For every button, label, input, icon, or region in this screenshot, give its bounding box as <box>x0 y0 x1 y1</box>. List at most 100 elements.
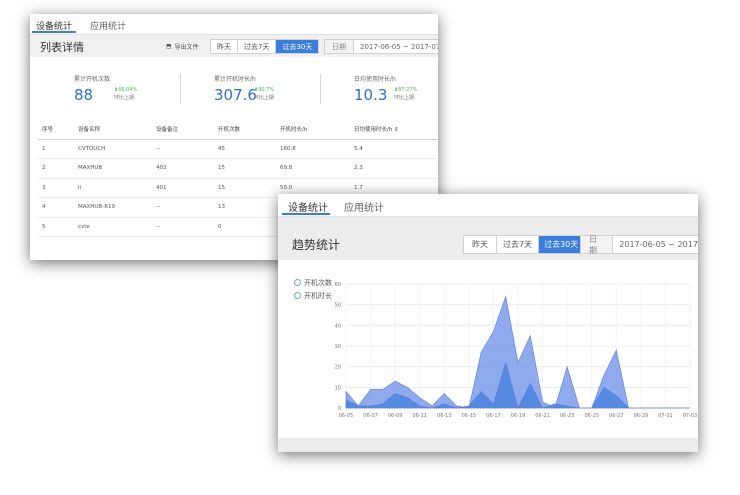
tab-app-stats[interactable]: 应用统计 <box>90 19 126 32</box>
x-tick-label: 06-05 <box>339 413 354 419</box>
range-yesterday[interactable]: 昨天 <box>464 236 497 253</box>
tab-bar: 设备统计 应用统计 <box>278 194 698 217</box>
date-label: 日期 <box>581 235 614 255</box>
export-button[interactable]: ⬒ 导出文件 <box>166 42 199 51</box>
cell: 2.3 <box>350 158 438 179</box>
stat-divider <box>180 74 181 104</box>
table-row[interactable]: 1 CVTOUCH -- 45 160.8 5.4 <box>38 139 438 159</box>
stat-total-runtime: 累计开机时长/h 307.6 ⬆90.7% 环比上期 <box>214 74 274 104</box>
table-header-row: 序号 设备名称 设备备注 开机次数 开机时长/h 日均使用时长/h ⇕ <box>38 120 438 140</box>
date-range-selector: 昨天 过去7天 过去30天 <box>210 39 320 54</box>
tab-device-stats[interactable]: 设备统计 <box>288 199 328 214</box>
active-tab-indicator <box>282 213 330 215</box>
stat-label: 累计开机次数 <box>74 76 111 83</box>
cell: 15 <box>214 158 276 179</box>
stat-compare-label: 环比上期 <box>254 95 275 101</box>
cell: li <box>74 178 152 198</box>
cell: -- <box>152 217 214 237</box>
col-index: 序号 <box>38 120 74 140</box>
cell: 160.8 <box>276 139 350 159</box>
date-value: 2017-06-05 ~ 2017-07 <box>619 240 698 249</box>
page-title: 趋势统计 <box>292 238 341 252</box>
x-tick-label: 06-17 <box>486 413 501 419</box>
date-picker[interactable]: 日期 2017-06-05 ~ 2017-07 <box>324 39 438 54</box>
tab-bar: 设备统计 应用统计 <box>30 14 438 35</box>
y-tick-label: 30 <box>335 344 341 350</box>
x-tick-label: 06-23 <box>560 413 575 419</box>
stat-change-value: 90.7% <box>258 87 275 93</box>
cell: 5 <box>38 217 74 237</box>
x-tick-label: 06-09 <box>388 413 403 419</box>
stat-change: ⬆66.04% 环比上期 <box>114 86 137 102</box>
col-daily-usage[interactable]: 日均使用时长/h ⇕ <box>350 120 438 140</box>
tab-app-stats[interactable]: 应用统计 <box>344 199 384 214</box>
stat-daily-usage: 日均使用时长/h 10.3 ⬆87.27% 环比上期 <box>354 74 417 104</box>
y-tick-label: 0 <box>338 406 341 412</box>
x-tick-label: 07-01 <box>658 413 673 419</box>
x-tick-label: 06-15 <box>462 413 477 419</box>
cell: 402 <box>152 158 214 179</box>
cell: 13 <box>214 197 276 218</box>
date-picker[interactable]: 日期 2017-06-05 ~ 2017-07 <box>580 235 698 255</box>
y-tick-label: 40 <box>335 323 341 329</box>
cell: 2 <box>38 158 74 179</box>
x-tick-label: 06-25 <box>584 413 599 419</box>
stat-total-boots: 累计开机次数 88 ⬆66.04% 环比上期 <box>74 74 137 104</box>
stat-value: 88 <box>74 86 94 104</box>
cell: 0 <box>214 217 276 237</box>
stat-change: ⬆87.27% 环比上期 <box>394 86 417 102</box>
cell: MAXHUB-R19 <box>74 197 152 218</box>
cell: 4 <box>38 197 74 218</box>
trend-header: 趋势统计 昨天 过去7天 过去30天 日期 2017-06-05 ~ 2017-… <box>278 224 698 260</box>
x-tick-label: 06-11 <box>412 413 427 419</box>
cell: 45 <box>214 139 276 159</box>
date-label: 日期 <box>325 40 354 53</box>
cell: CVTOUCH <box>74 139 152 159</box>
x-tick-label: 06-07 <box>363 413 378 419</box>
col-device-name: 设备名称 <box>74 120 152 140</box>
y-tick-label: 20 <box>335 365 341 371</box>
range-yesterday[interactable]: 昨天 <box>211 40 238 53</box>
stat-compare-label: 环比上期 <box>114 95 135 101</box>
range-30-days[interactable]: 过去30天 <box>539 236 584 253</box>
cell: cvte <box>74 217 152 237</box>
cell: -- <box>152 197 214 218</box>
cell: 3 <box>38 178 74 198</box>
stat-change-value: 87.27% <box>398 87 418 93</box>
x-tick-label: 06-21 <box>535 413 550 419</box>
export-label: 导出文件 <box>174 44 199 51</box>
col-boot-hours: 开机时长/h <box>276 120 350 140</box>
x-tick-label: 07-03 <box>683 413 698 419</box>
cell: 15 <box>214 178 276 198</box>
x-tick-label: 06-29 <box>634 413 649 419</box>
table-row[interactable]: 2 MAXHUB 402 15 69.8 2.3 <box>38 158 438 179</box>
cell: 401 <box>152 178 214 198</box>
list-header: 列表详情 ⬒ 导出文件 昨天 过去7天 过去30天 日期 2017-06-05 … <box>30 35 438 57</box>
y-tick-label: 10 <box>335 385 341 391</box>
trend-chart: 0 10 20 30 40 50 60 06-05 06-07 06-09 06-11 06-13 06… <box>335 282 698 419</box>
stat-compare-label: 环比上期 <box>394 95 415 101</box>
x-tick-label: 06-13 <box>437 413 452 419</box>
stat-value: 10.3 <box>354 86 388 104</box>
cell: -- <box>152 139 214 159</box>
cell: 69.8 <box>276 158 350 179</box>
date-value: 2017-06-05 ~ 2017-07 <box>360 42 438 51</box>
y-tick-label: 60 <box>335 282 341 288</box>
trend-chart-container: 开机次数 开机时长 0 10 20 30 40 50 60 06-05 06-07 06-09 06… <box>278 260 698 438</box>
col-boot-count: 开机次数 <box>214 120 276 140</box>
range-30-days[interactable]: 过去30天 <box>276 40 319 53</box>
stat-change-value: 66.04% <box>118 87 138 93</box>
export-icon: ⬒ <box>166 43 172 50</box>
y-tick-label: 50 <box>335 303 341 309</box>
date-range-selector: 昨天 过去7天 过去30天 <box>463 235 585 254</box>
page-title: 列表详情 <box>40 41 84 54</box>
range-7-days[interactable]: 过去7天 <box>238 40 277 53</box>
range-7-days[interactable]: 过去7天 <box>497 236 540 253</box>
cell: 1 <box>38 139 74 159</box>
x-tick-label: 06-19 <box>511 413 526 419</box>
trend-panel: 设备统计 应用统计 趋势统计 昨天 过去7天 过去30天 日期 2017-06-… <box>278 194 698 452</box>
stat-label: 日均使用时长/h <box>354 76 396 83</box>
cell: 5.4 <box>350 139 438 159</box>
stat-value: 307.6 <box>214 86 257 104</box>
stat-divider <box>320 74 321 104</box>
